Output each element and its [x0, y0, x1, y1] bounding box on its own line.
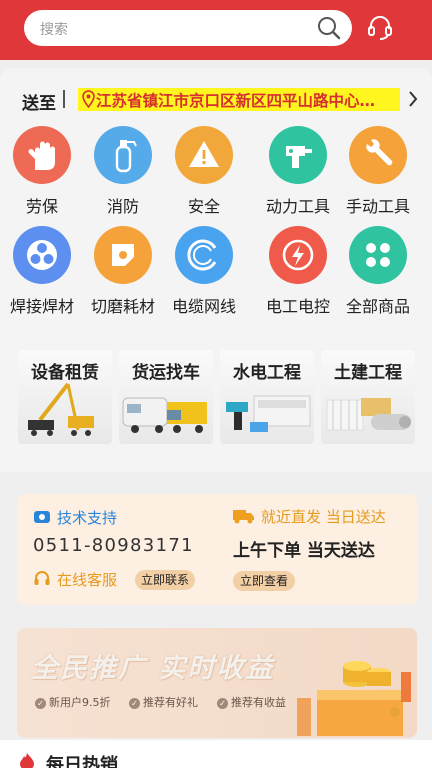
- banner-title: 水电工程: [233, 363, 301, 383]
- ad-tag-text: 推荐有好礼: [143, 696, 198, 709]
- referral-ad-banner[interactable]: 全民推广 实时收益 ✓ 新用户9.5折 ✓ 推荐有好礼 ✓ 推荐有收益: [17, 628, 417, 738]
- category-safety[interactable]: 安全: [162, 126, 246, 216]
- category-power-tools[interactable]: 动力工具: [256, 126, 340, 216]
- phone-icon: [34, 511, 50, 523]
- banner-title: 设备租赁: [31, 363, 99, 383]
- location-pin-icon: [82, 90, 95, 108]
- category-electrical[interactable]: 电工电控: [256, 226, 340, 316]
- ad-tag: ✓ 推荐有好礼: [129, 694, 198, 712]
- ad-tag: ✓ 新用户9.5折: [35, 694, 111, 712]
- category-cable[interactable]: 电缆网线: [162, 226, 246, 316]
- chevron-right-icon[interactable]: [406, 89, 420, 109]
- warning-icon: [175, 126, 233, 184]
- delivery-slogan: 上午下单 当天送达: [233, 541, 375, 561]
- wrench-icon: [349, 126, 407, 184]
- category-label: 电工电控: [265, 297, 330, 316]
- banner-plumbing-electrical[interactable]: 水电工程: [220, 350, 314, 444]
- fire-extinguisher-icon: [94, 126, 152, 184]
- service-promo-card: 技术支持 0511-80983171 在线客服 立即联系 就近直发 当日送达 上…: [17, 494, 417, 605]
- search-bar[interactable]: 搜索: [24, 10, 352, 46]
- category-fire[interactable]: 消防: [81, 126, 165, 216]
- truck-icon: [233, 510, 254, 524]
- drill-icon: [269, 126, 327, 184]
- banner-equipment-rental[interactable]: 设备租赁: [18, 350, 112, 444]
- category-welding[interactable]: 焊接焊材: [0, 226, 84, 316]
- search-icon[interactable]: [316, 15, 342, 41]
- banner-civil-engineering[interactable]: 土建工程: [321, 350, 415, 444]
- category-label: 劳保: [25, 197, 58, 216]
- daily-hot-section: 每日热销: [0, 740, 432, 768]
- check-icon: ✓: [217, 698, 228, 709]
- support-phone-number[interactable]: 0511-80983171: [33, 535, 194, 556]
- glove-icon: [13, 126, 71, 184]
- gold-coins-illustration: [297, 661, 411, 736]
- category-label: 电缆网线: [171, 297, 236, 316]
- section-title: 每日热销: [46, 755, 118, 768]
- flame-icon: [20, 753, 34, 768]
- category-label: 安全: [187, 197, 220, 216]
- category-hand-tools[interactable]: 手动工具: [336, 126, 420, 216]
- customer-service-icon[interactable]: [366, 14, 394, 42]
- address-text: 江苏省镇江市京口区新区四平山路中心…: [96, 92, 376, 110]
- category-labor-protection[interactable]: 劳保: [0, 126, 84, 216]
- fast-delivery-label: 就近直发 当日送达: [261, 508, 386, 526]
- ad-title: 全民推广 实时收益: [31, 653, 275, 684]
- category-label: 动力工具: [265, 197, 330, 216]
- check-icon: ✓: [129, 698, 140, 709]
- search-input[interactable]: 搜索: [40, 19, 68, 39]
- grinding-disc-icon: [94, 226, 152, 284]
- weld-icon: [13, 226, 71, 284]
- category-grinding[interactable]: 切磨耗材: [81, 226, 165, 316]
- category-label: 消防: [106, 197, 139, 216]
- divider: [63, 90, 65, 108]
- lightning-icon: [269, 226, 327, 284]
- category-label: 全部商品: [345, 297, 410, 316]
- category-label: 手动工具: [345, 197, 410, 216]
- online-service-label: 在线客服: [57, 571, 118, 589]
- category-all-products[interactable]: 全部商品: [336, 226, 420, 316]
- view-now-button[interactable]: 立即查看: [233, 571, 295, 591]
- check-icon: ✓: [35, 698, 46, 709]
- tech-support-label: 技术支持: [57, 509, 118, 527]
- delivery-address[interactable]: 送至 江苏省镇江市京口区新区四平山路中心…: [22, 88, 422, 114]
- category-label: 切磨耗材: [90, 297, 155, 316]
- banner-title: 土建工程: [334, 363, 402, 383]
- category-panel: 送至 江苏省镇江市京口区新区四平山路中心… 劳保 消防 安全 动力工具 手动工具…: [0, 68, 432, 472]
- ad-tag-text: 新用户9.5折: [49, 696, 111, 709]
- headset-icon: [34, 571, 50, 585]
- header-bar: 搜索: [0, 0, 432, 60]
- category-label: 焊接焊材: [9, 297, 74, 316]
- address-label: 送至: [22, 94, 56, 114]
- contact-now-button[interactable]: 立即联系: [135, 570, 195, 590]
- banner-title: 货运找车: [132, 363, 200, 383]
- grid-icon: [349, 226, 407, 284]
- banner-freight[interactable]: 货运找车: [119, 350, 213, 444]
- address-value-box[interactable]: 江苏省镇江市京口区新区四平山路中心…: [78, 88, 400, 111]
- cable-icon: [175, 226, 233, 284]
